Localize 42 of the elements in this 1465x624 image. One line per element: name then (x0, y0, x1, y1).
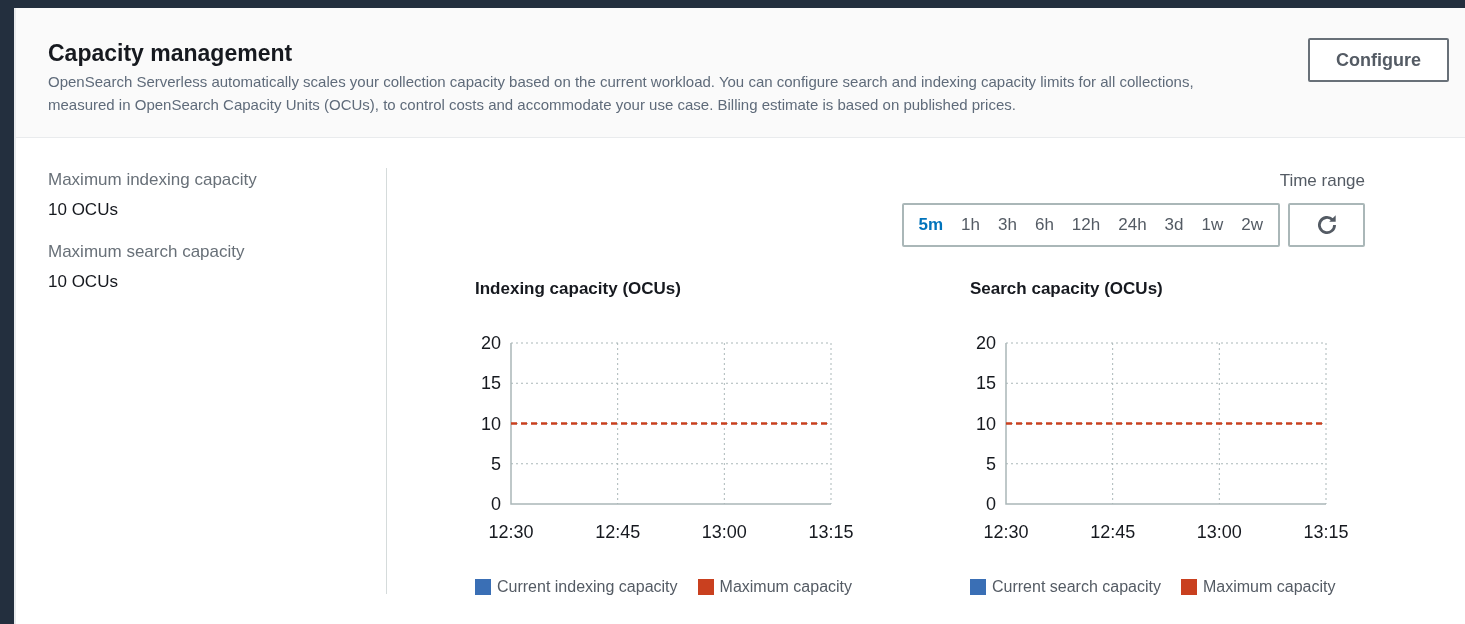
y-tick-label: 15 (975, 373, 996, 394)
y-tick-label: 5 (491, 453, 501, 474)
y-tick-label: 5 (986, 453, 996, 474)
x-tick-label: 13:00 (1196, 522, 1242, 542)
panel-description: OpenSearch Serverless automatically scales your collection capacity based on the current workload. You can configure search and indexing capacity limits for all collections, measured in OpenSearch Capacity Units (OCUs), to control costs and accommodate your use case. Billing estimate is based on published prices. (48, 72, 1195, 115)
x-tick-label: 13:15 (1303, 522, 1349, 542)
configure-button[interactable]: Configure (1308, 38, 1449, 82)
time-range-option[interactable]: 24h (1109, 212, 1156, 238)
limit-label: Maximum search capacity (48, 241, 246, 263)
x-tick-label: 12:30 (488, 522, 534, 542)
y-tick-label: 20 (975, 333, 996, 353)
time-range-label: Time range (1279, 170, 1365, 192)
legend-label: Maximum capacity (719, 577, 853, 597)
chart-title: Indexing capacity (OCUs) (475, 278, 682, 300)
time-range-option[interactable]: 6h (1025, 212, 1063, 238)
limit-value: 10 OCUs (48, 199, 119, 221)
chart-title: Search capacity (OCUs) (970, 278, 1164, 300)
panel-title: Capacity management (48, 39, 294, 68)
y-tick-label: 0 (986, 494, 996, 514)
y-tick-label: 15 (480, 373, 501, 394)
y-tick-label: 0 (491, 494, 501, 514)
x-tick-label: 12:45 (1090, 522, 1136, 542)
time-range-option[interactable]: 2w (1232, 212, 1272, 238)
legend-label: Current indexing capacity (497, 577, 678, 597)
x-tick-label: 12:45 (595, 522, 641, 542)
time-range-option[interactable]: 3h (989, 212, 1026, 238)
x-tick-label: 13:00 (701, 522, 747, 542)
y-tick-label: 10 (480, 413, 501, 434)
y-tick-label: 20 (480, 333, 501, 353)
legend-label: Current search capacity (992, 577, 1161, 597)
time-range-option[interactable]: 1h (952, 212, 989, 238)
x-tick-label: 12:30 (983, 522, 1029, 542)
limit-value: 10 OCUs (48, 271, 119, 293)
refresh-button[interactable] (1288, 203, 1365, 247)
limit-label: Maximum indexing capacity (48, 169, 258, 191)
time-range-option[interactable]: 1w (1192, 212, 1233, 238)
time-range-option[interactable]: 5m (909, 212, 953, 238)
time-range-option[interactable]: 3d (1155, 212, 1193, 238)
legend-label: Maximum capacity (1202, 577, 1336, 597)
x-tick-label: 13:15 (808, 522, 854, 542)
time-range-option[interactable]: 12h (1062, 212, 1110, 238)
y-tick-label: 10 (975, 413, 996, 434)
